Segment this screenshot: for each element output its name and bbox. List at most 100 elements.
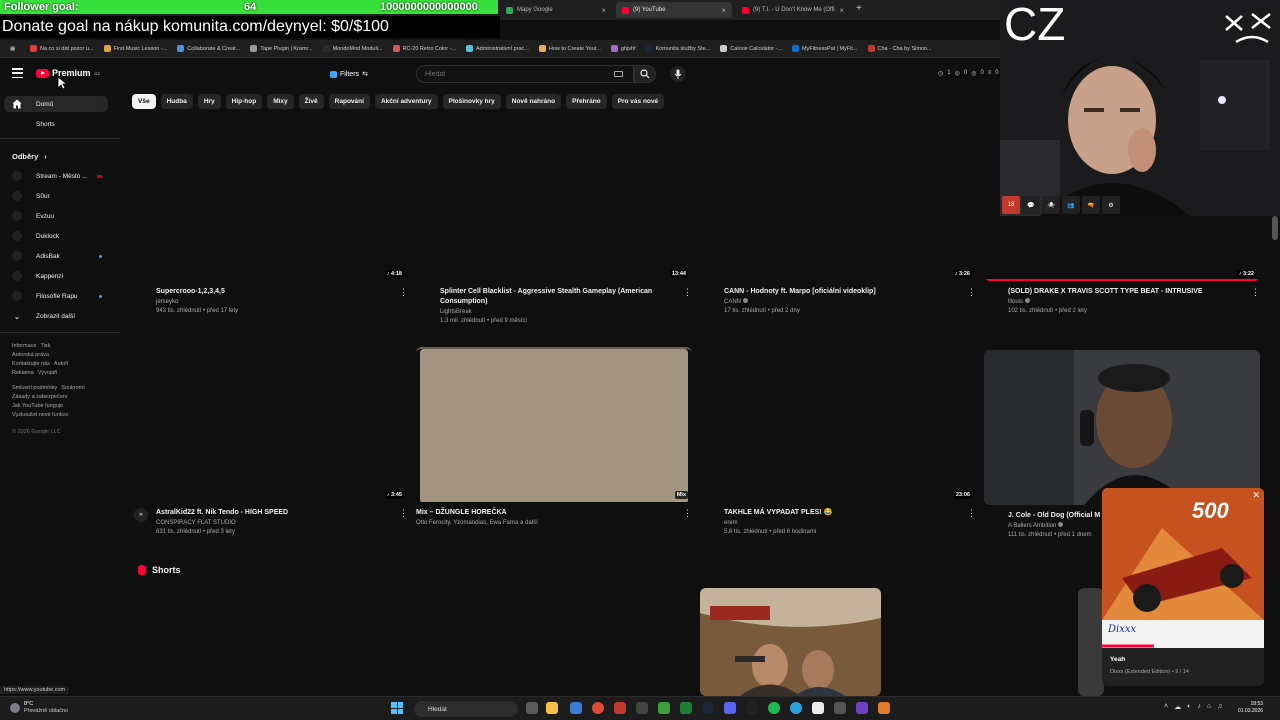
xbox-icon[interactable]: [680, 702, 692, 714]
album-art[interactable]: 500 Dixxx ✕: [1102, 488, 1264, 648]
video-card[interactable]: ♪ 4:18 Supercrooo-1,2,3,4,5 jerseyko 943…: [132, 126, 408, 316]
search-input[interactable]: [416, 65, 634, 83]
chip[interactable]: Rapování: [328, 94, 370, 109]
bookmark-item[interactable]: MondoMod Moduli...: [319, 45, 387, 52]
video-card[interactable]: 13:44 Splinter Cell Blacklist - Aggressi…: [416, 126, 692, 326]
subscriptions-heading[interactable]: Odběry ›: [12, 152, 47, 161]
sidebar-subscription[interactable]: Duklock: [12, 229, 108, 243]
channel-avatar[interactable]: ✕: [134, 508, 148, 522]
bookmark-item[interactable]: Calorie Calculator -...: [716, 45, 786, 52]
mic-icon[interactable]: ♪: [1197, 703, 1201, 711]
youtube-premium-logo[interactable]: Premium CZ: [36, 68, 100, 78]
voice-search-button[interactable]: [670, 66, 686, 82]
chip[interactable]: Akční adventury: [374, 94, 438, 109]
chip[interactable]: Mixy: [267, 94, 294, 109]
bookmark-item[interactable]: Cha - Cha by Simon...: [864, 45, 936, 52]
start-button[interactable]: [391, 702, 403, 714]
channel-name[interactable]: CONSPIRACY FLAT STUDIO: [156, 519, 394, 528]
chip[interactable]: Pro vás nové: [611, 94, 665, 109]
channel-name[interactable]: erem: [724, 519, 962, 528]
weather-widget[interactable]: 8°C Převážně oblačno: [10, 701, 68, 715]
file-explorer-icon[interactable]: [546, 702, 558, 714]
close-icon[interactable]: ×: [721, 6, 726, 15]
app-icon[interactable]: [614, 702, 626, 714]
sidebar-subscription[interactable]: AdisBak: [12, 249, 108, 263]
sidebar-subscription[interactable]: Evzuu: [12, 209, 108, 223]
volume-icon[interactable]: ♫: [1217, 703, 1222, 711]
mini-player[interactable]: 500 Dixxx ✕ Yeah Dixxx (Extended Edition…: [1102, 488, 1264, 686]
steam-icon[interactable]: [702, 702, 714, 714]
sidebar-subscription[interactable]: S0ur: [12, 189, 108, 203]
chip[interactable]: Hry: [197, 94, 221, 109]
video-thumbnail[interactable]: [984, 350, 1260, 505]
channel-name[interactable]: LightsBreak: [440, 308, 678, 317]
chip[interactable]: Živě: [298, 94, 324, 109]
close-icon[interactable]: ✕: [1252, 490, 1260, 501]
capcut-icon[interactable]: [636, 702, 648, 714]
bookmark-item[interactable]: Na co si dát pozor u...: [26, 45, 98, 52]
channel-name[interactable]: CANN: [724, 298, 962, 307]
more-options-icon[interactable]: ⋮: [399, 287, 408, 297]
miniplayer-title[interactable]: Yeah: [1110, 656, 1125, 663]
chip[interactable]: Vše: [132, 94, 156, 109]
bookmark-item[interactable]: How to Create Your...: [535, 45, 605, 52]
chip[interactable]: Plošinovky hry: [442, 94, 501, 109]
discord-icon[interactable]: [724, 702, 736, 714]
video-title[interactable]: (SOLD) DRAKE X TRAVIS SCOTT TYPE BEAT - …: [1008, 287, 1246, 297]
mix-thumbnail[interactable]: Mix: [416, 347, 692, 502]
tiktok-icon[interactable]: [746, 702, 758, 714]
close-icon[interactable]: ×: [601, 6, 606, 15]
video-title[interactable]: TAKHLE MÁ VYPADAT PLES! 😂: [724, 508, 962, 518]
chip[interactable]: Nově nahráno: [505, 94, 562, 109]
sidebar-item-shorts[interactable]: Shorts: [4, 116, 108, 132]
bookmark-item[interactable]: First Music Lesson -...: [100, 45, 172, 52]
chip[interactable]: Hudba: [160, 94, 193, 109]
more-options-icon[interactable]: ⋮: [683, 287, 692, 297]
bookmark-item[interactable]: Tape Plugin | Kramr...: [246, 45, 316, 52]
bookmark-item[interactable]: RC-20 Retro Color -...: [389, 45, 461, 52]
hamburger-menu-icon[interactable]: [12, 68, 23, 78]
app-icon[interactable]: [856, 702, 868, 714]
chip[interactable]: Hip-hop: [225, 94, 263, 109]
apps-icon[interactable]: ▦: [6, 46, 24, 52]
chip[interactable]: Přehráno: [566, 94, 607, 109]
more-options-icon[interactable]: ⋮: [683, 508, 692, 518]
sidebar-subscription[interactable]: Kappenzi: [12, 269, 108, 283]
app-icon[interactable]: [658, 702, 670, 714]
channel-name[interactable]: lllouis: [1008, 298, 1246, 307]
tab-ti-video[interactable]: (9) T.I. - U Don't Know Me (Offi ×: [736, 2, 850, 18]
task-view-icon[interactable]: [526, 702, 538, 714]
more-options-icon[interactable]: ⋮: [967, 287, 976, 297]
bookmark-item[interactable]: MyFitnessPal | MyFit...: [788, 45, 862, 52]
video-card[interactable]: ♪ 3:26 CANN - Hodnoty ft. Marpo [oficiál…: [700, 126, 976, 316]
tab-maps[interactable]: Mapy Google ×: [500, 2, 612, 18]
headset-icon[interactable]: ◐: [1187, 703, 1191, 711]
video-title[interactable]: Supercrooo-1,2,3,4,5: [156, 287, 394, 297]
bookmark-item[interactable]: ghjshf: [607, 45, 640, 52]
bookmark-item[interactable]: Komunita služby Ste...: [642, 45, 715, 52]
more-options-icon[interactable]: ⋮: [1251, 287, 1260, 297]
sidebar-item-home[interactable]: Domů: [4, 96, 108, 112]
video-card[interactable]: ♪ 3:45 ✕ AstralKid22 ft. Nik Tendo - HIG…: [132, 347, 408, 537]
spotify-icon[interactable]: [768, 702, 780, 714]
app-icon[interactable]: [570, 702, 582, 714]
more-options-icon[interactable]: ⋮: [399, 508, 408, 518]
sidebar-subscription[interactable]: Stream - Město ...: [12, 169, 108, 183]
keyboard-icon[interactable]: [614, 71, 623, 77]
bookmark-item[interactable]: Administrativní prac...: [462, 45, 533, 52]
network-icon[interactable]: ⌂: [1207, 703, 1211, 711]
video-title[interactable]: CANN - Hodnoty ft. Marpo [oficiální vide…: [724, 287, 962, 297]
tab-youtube[interactable]: (9) YouTube ×: [616, 2, 732, 18]
chrome-icon[interactable]: [592, 702, 604, 714]
video-thumbnail[interactable]: ♪ 3:45: [132, 347, 408, 502]
video-thumbnail[interactable]: ♪ 3:26: [700, 126, 976, 281]
video-title[interactable]: AstralKid22 ft. Nik Tendo - HIGH SPEED: [156, 508, 394, 518]
cloud-icon[interactable]: ☁: [1174, 703, 1181, 711]
obs-icon[interactable]: [834, 702, 846, 714]
bookmark-item[interactable]: Collaborate & Creat...: [173, 45, 244, 52]
clock[interactable]: 18:53 01.03.2026: [1238, 701, 1263, 715]
new-tab-button[interactable]: +: [856, 3, 862, 14]
show-more-button[interactable]: ⌄ Zobrazit další: [12, 309, 108, 323]
more-options-icon[interactable]: ⋮: [967, 508, 976, 518]
short-thumbnail[interactable]: [700, 588, 881, 696]
